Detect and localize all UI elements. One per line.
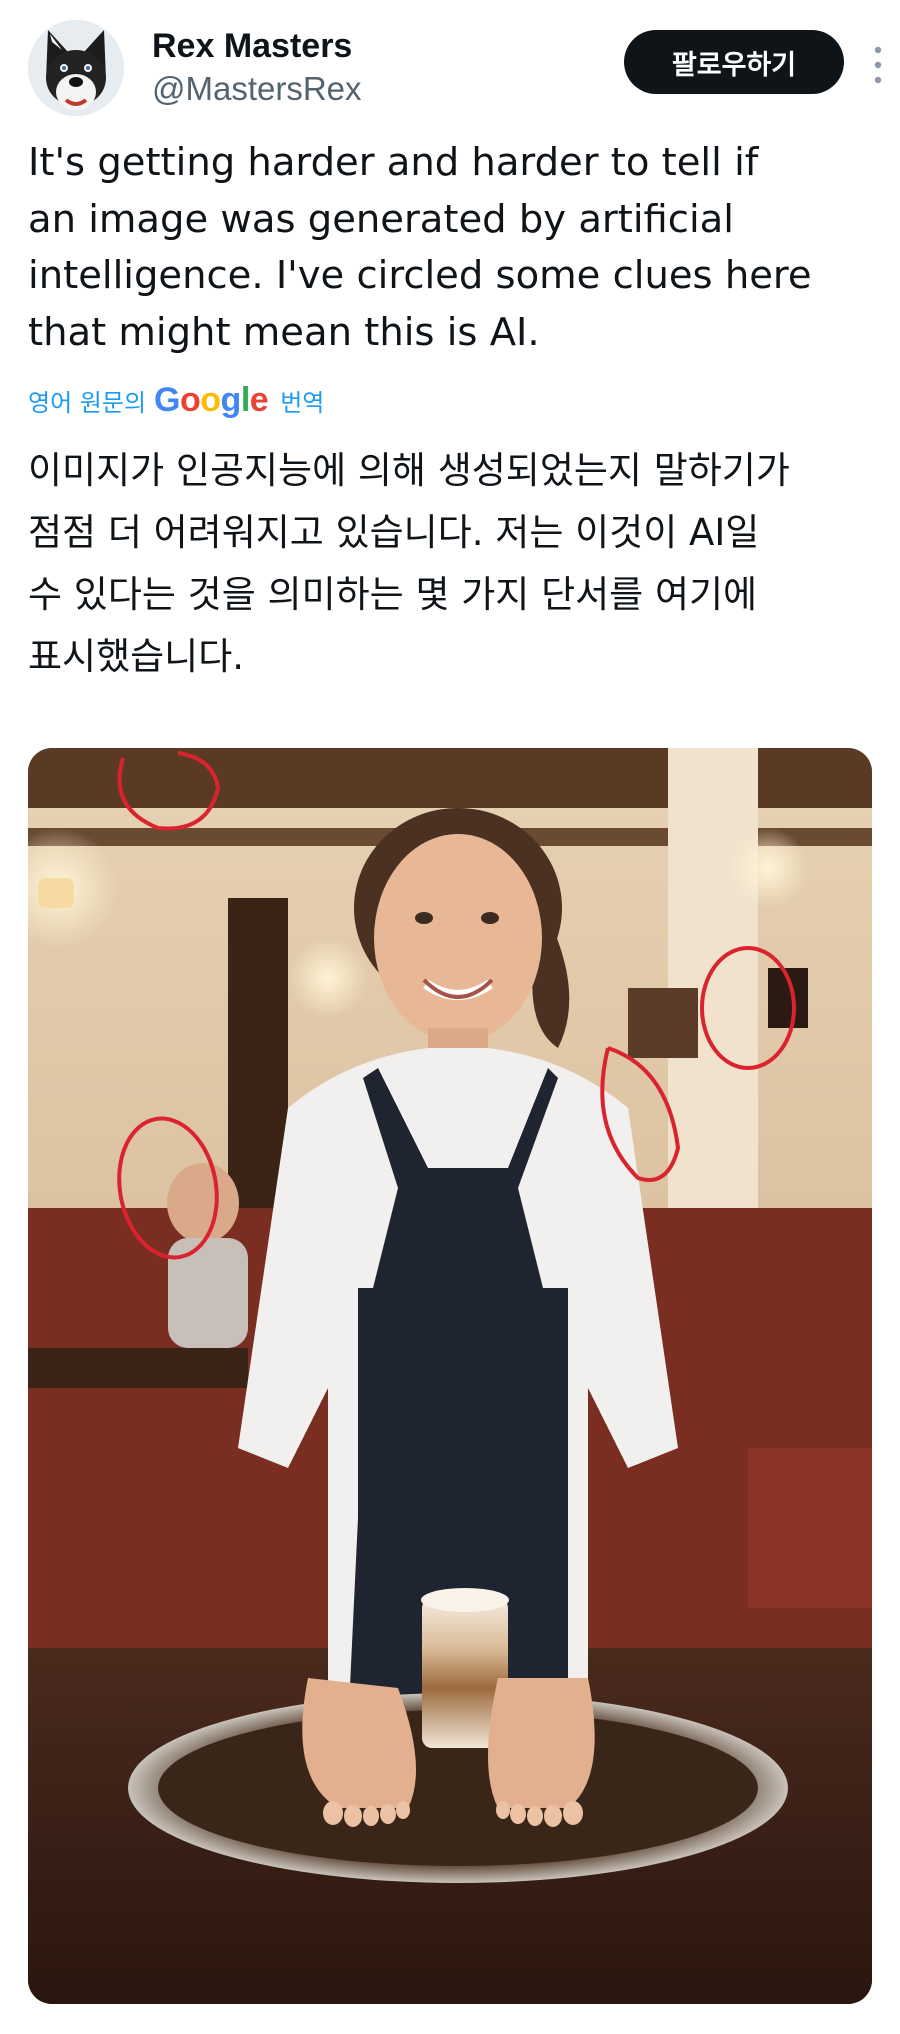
translated-text-line: 표시했습니다.	[28, 635, 245, 678]
author-handle[interactable]: @MastersRex	[152, 68, 362, 110]
follow-button[interactable]: 팔로우하기	[624, 30, 844, 94]
author-display-name[interactable]: Rex Masters	[152, 24, 362, 68]
author-info[interactable]: Rex Masters @MastersRex	[152, 24, 362, 110]
translated-text: 이미지가 인공지능에 의해 생성되었는지 말하기가 점점 더 어려워지고 있습니…	[28, 440, 878, 688]
tweet-text-line: that might mean this is AI.	[28, 309, 540, 355]
translated-text-line: 수 있다는 것을 의미하는 몇 가지 단서를 여기에	[28, 573, 758, 616]
translation-attribution-link[interactable]: 영어 원문의 Google 번역	[28, 378, 324, 422]
tweet-photo[interactable]	[28, 748, 872, 2004]
google-logo: Google	[154, 380, 269, 419]
husky-avatar-icon	[28, 20, 124, 116]
tweet-text-line: intelligence. I've circled some clues he…	[28, 253, 812, 298]
translation-prefix: 영어 원문의	[28, 388, 147, 417]
tweet-header: Rex Masters @MastersRex 팔로우하기	[28, 20, 882, 120]
translated-text-line: 이미지가 인공지능에 의해 생성되었는지 말하기가	[28, 449, 790, 492]
translated-text-line: 점점 더 어려워지고 있습니다. 저는 이것이 AI일	[28, 511, 760, 554]
translation-suffix: 번역	[280, 388, 325, 417]
tweet-text: It's getting harder and harder to tell i…	[28, 135, 868, 361]
more-vertical-icon[interactable]	[866, 40, 890, 90]
photo-illustration	[28, 748, 872, 2004]
author-avatar[interactable]	[28, 20, 124, 116]
tweet-text-line: an image was generated by artificial	[28, 196, 734, 242]
tweet-text-line: It's getting harder and harder to tell i…	[28, 140, 759, 185]
